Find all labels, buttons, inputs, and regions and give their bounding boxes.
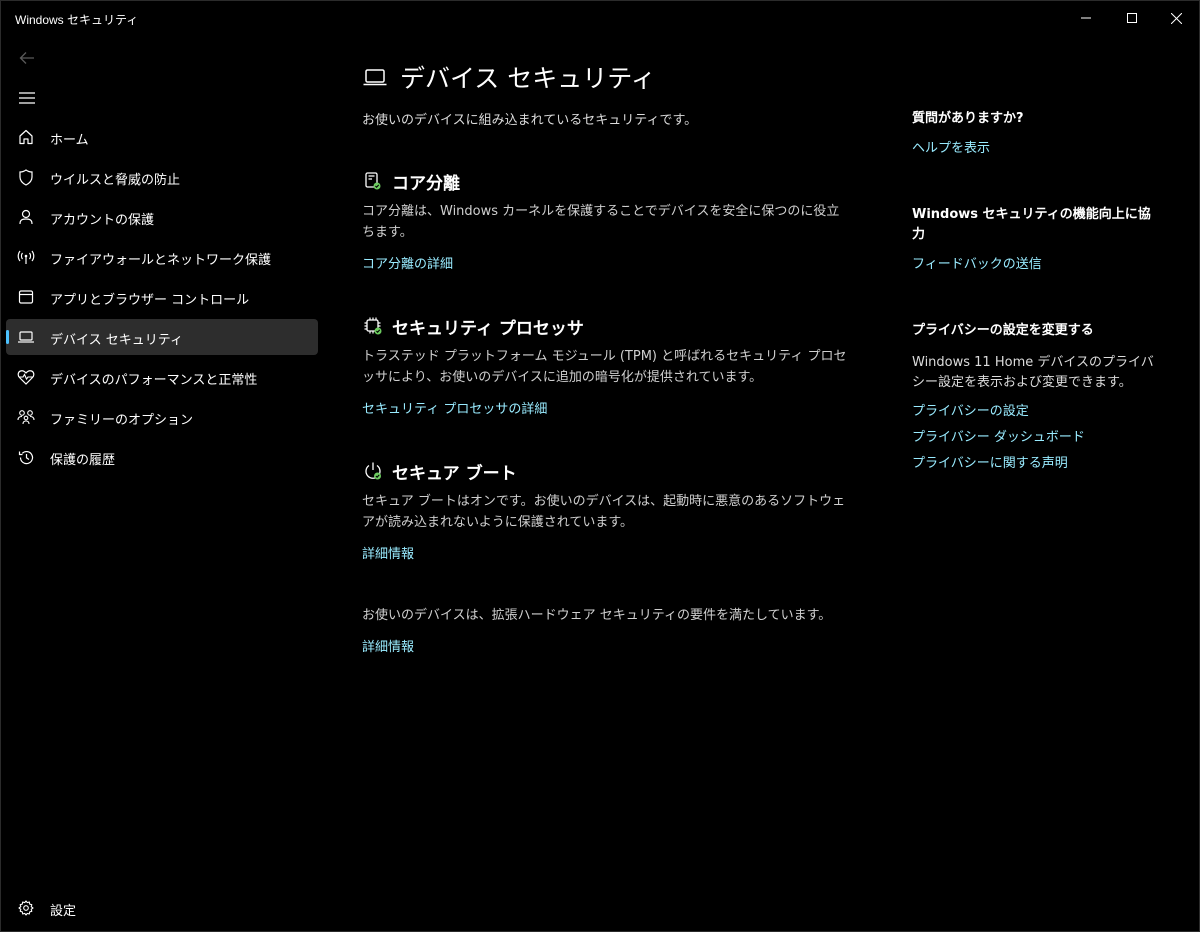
window-title: Windows セキュリティ	[15, 13, 139, 27]
privacy-settings-link[interactable]: プライバシーの設定	[912, 400, 1162, 419]
minimize-button[interactable]	[1063, 1, 1109, 35]
security-processor-description: トラステッド プラットフォーム モジュール (TPM) と呼ばれるセキュリティ …	[362, 349, 847, 385]
hardware-security-description: お使いのデバイスは、拡張ハードウェア セキュリティの要件を満たしています。	[362, 608, 832, 623]
secure-boot-section: セキュア ブート セキュア ブートはオンです。お使いのデバイスは、起動時に悪意の…	[362, 459, 852, 562]
sidebar-item-label: ウイルスと脅威の防止	[50, 173, 181, 188]
hardware-security-section: お使いのデバイスは、拡張ハードウェア セキュリティの要件を満たしています。 詳細…	[362, 605, 852, 655]
shield-icon	[17, 168, 35, 186]
minimize-icon	[1081, 17, 1091, 19]
laptop-icon	[17, 328, 35, 346]
send-feedback-link[interactable]: フィードバックの送信	[912, 253, 1162, 272]
privacy-description: Windows 11 Home デバイスのプライバシー設定を表示および変更できま…	[912, 355, 1154, 390]
back-button[interactable]	[15, 47, 39, 69]
hardware-security-details-link[interactable]: 詳細情報	[362, 636, 414, 655]
maximize-icon	[1127, 13, 1137, 23]
antenna-icon	[17, 248, 35, 266]
maximize-button[interactable]	[1109, 1, 1155, 35]
secure-boot-details-link[interactable]: 詳細情報	[362, 543, 414, 562]
sidebar-nav: ホーム ウイルスと脅威の防止 アカウントの保護 ファイアウォールとネットワーク保…	[6, 119, 318, 479]
page-header: デバイス セキュリティ	[362, 59, 656, 95]
core-isolation-description: コア分離は、Windows カーネルを保護することでデバイスを安全に保つのに役立…	[362, 204, 840, 240]
security-processor-section: セキュリティ プロセッサ トラステッド プラットフォーム モジュール (TPM)…	[362, 314, 852, 417]
power-icon	[362, 460, 384, 482]
close-button[interactable]	[1153, 1, 1199, 35]
core-isolation-section: コア分離 コア分離は、Windows カーネルを保護することでデバイスを安全に保…	[362, 169, 852, 272]
sidebar-item-firewall[interactable]: ファイアウォールとネットワーク保護	[6, 239, 318, 275]
core-isolation-icon	[362, 170, 384, 192]
sidebar-item-virus-protection[interactable]: ウイルスと脅威の防止	[6, 159, 318, 195]
sidebar-item-label: ホーム	[50, 133, 89, 148]
menu-button[interactable]	[15, 87, 39, 109]
family-icon	[17, 408, 35, 426]
core-isolation-title: コア分離	[392, 173, 460, 194]
back-arrow-icon	[19, 52, 34, 64]
privacy-dashboard-link[interactable]: プライバシー ダッシュボード	[912, 426, 1162, 445]
sidebar-item-label: ファミリーのオプション	[50, 413, 194, 428]
sidebar-item-label: ファイアウォールとネットワーク保護	[50, 253, 272, 268]
app-window: Windows セキュリティ ホーム ウイルスと脅威の防止 アカウントの保護 フ…	[0, 0, 1200, 932]
get-help-link[interactable]: ヘルプを表示	[912, 137, 1162, 156]
processor-chip-icon	[362, 315, 384, 337]
sidebar-item-account-protection[interactable]: アカウントの保護	[6, 199, 318, 235]
security-processor-details-link[interactable]: セキュリティ プロセッサの詳細	[362, 398, 547, 417]
person-icon	[17, 208, 35, 226]
feedback-panel: Windows セキュリティの機能向上に協力 フィードバックの送信	[912, 205, 1162, 272]
title-bar: Windows セキュリティ	[1, 1, 1199, 35]
sidebar-item-label: 保護の履歴	[50, 453, 116, 468]
home-icon	[17, 128, 35, 146]
privacy-title: プライバシーの設定を変更する	[912, 323, 1094, 338]
heart-pulse-icon	[17, 368, 35, 386]
sidebar-item-label: アカウントの保護	[50, 213, 155, 228]
privacy-statement-link[interactable]: プライバシーに関する声明	[912, 452, 1162, 471]
sidebar-item-label: デバイスのパフォーマンスと正常性	[50, 373, 258, 388]
page-description: お使いのデバイスに組み込まれているセキュリティです。	[362, 113, 698, 128]
page-title: デバイス セキュリティ	[400, 64, 656, 93]
history-icon	[17, 448, 35, 466]
sidebar-item-device-performance[interactable]: デバイスのパフォーマンスと正常性	[6, 359, 318, 395]
sidebar-item-home[interactable]: ホーム	[6, 119, 318, 155]
help-panel: 質問がありますか? ヘルプを表示	[912, 109, 1162, 156]
hamburger-icon	[19, 92, 35, 104]
gear-icon	[17, 899, 35, 917]
app-window-icon	[17, 288, 35, 306]
feedback-title: Windows セキュリティの機能向上に協力	[912, 207, 1151, 242]
sidebar-item-settings[interactable]: 設定	[6, 890, 318, 926]
secure-boot-description: セキュア ブートはオンです。お使いのデバイスは、起動時に悪意のあるソフトウェアが…	[362, 494, 846, 530]
secure-boot-title: セキュア ブート	[392, 463, 517, 484]
sidebar-item-label: アプリとブラウザー コントロール	[50, 293, 250, 308]
sidebar-item-family-options[interactable]: ファミリーのオプション	[6, 399, 318, 435]
sidebar-item-device-security[interactable]: デバイス セキュリティ	[6, 319, 318, 355]
laptop-icon	[362, 63, 390, 91]
close-icon	[1170, 12, 1182, 24]
core-isolation-details-link[interactable]: コア分離の詳細	[362, 253, 453, 272]
sidebar-item-label: デバイス セキュリティ	[50, 333, 183, 348]
sidebar-item-app-browser[interactable]: アプリとブラウザー コントロール	[6, 279, 318, 315]
sidebar-item-protection-history[interactable]: 保護の履歴	[6, 439, 318, 475]
security-processor-title: セキュリティ プロセッサ	[392, 318, 584, 339]
settings-label: 設定	[50, 904, 77, 919]
help-title: 質問がありますか?	[912, 111, 1024, 126]
privacy-panel: プライバシーの設定を変更する Windows 11 Home デバイスのプライバ…	[912, 321, 1162, 471]
